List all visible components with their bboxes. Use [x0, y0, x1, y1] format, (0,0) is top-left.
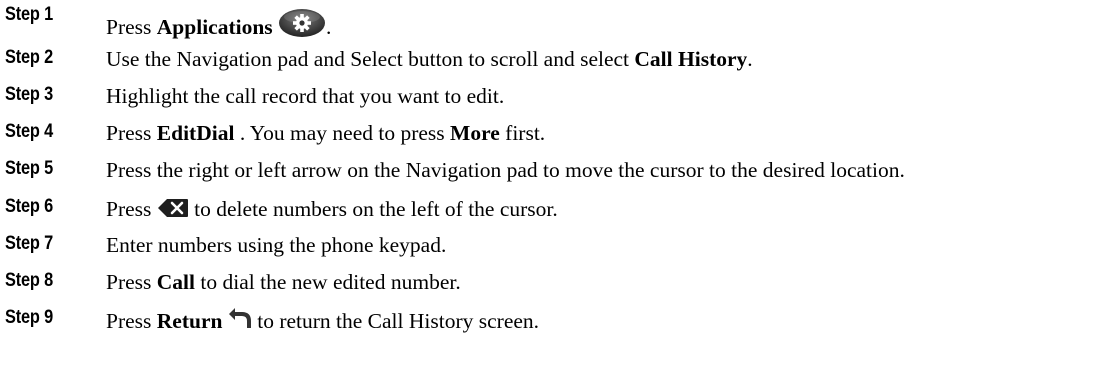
instruction-text: first.: [499, 121, 546, 145]
step-instruction: Press to delete numbers on the left of t…: [106, 197, 558, 225]
instruction-text: Press: [106, 121, 157, 145]
step-label: Step 7: [5, 233, 54, 254]
step-instruction: Press EditDial . You may need to press M…: [106, 121, 545, 146]
ui-term: Call: [156, 270, 196, 294]
step-instruction: Highlight the call record that you want …: [106, 84, 504, 109]
ui-term: More: [450, 121, 500, 145]
backspace-icon: [157, 197, 189, 225]
instruction-text: to dial the new edited number.: [195, 270, 461, 294]
instruction-text: Enter numbers using the phone keypad.: [106, 233, 447, 257]
step-label: Step 2: [5, 47, 54, 68]
step-label: Step 3: [5, 84, 54, 105]
instruction-text: Press: [106, 309, 157, 333]
step-label: Step 5: [5, 158, 54, 179]
step-label: Step 9: [5, 307, 54, 328]
instruction-text: Use the Navigation pad and Select button…: [106, 47, 635, 71]
instruction-text: Highlight the call record that you want …: [106, 84, 505, 108]
step-label: Step 8: [5, 270, 54, 291]
instruction-text: Press: [106, 270, 157, 294]
step-label: Step 4: [5, 121, 54, 142]
instruction-text: .: [747, 47, 753, 71]
step-9: Step 9 Press Return to return the Call Hi…: [0, 0, 1104, 333]
instruction-text: . You may need to press: [234, 121, 451, 145]
instruction-text: to return the Call History screen.: [251, 309, 540, 333]
instruction-text: Press the right or left arrow on the Nav…: [106, 158, 905, 182]
instruction-text: to delete numbers on the left of the cur…: [188, 197, 558, 221]
step-instruction: Press Return to return the Call History …: [106, 307, 540, 336]
instruction-text: Press: [106, 197, 157, 221]
step-instruction: Use the Navigation pad and Select button…: [106, 47, 753, 72]
ui-term: EditDial: [156, 121, 235, 145]
step-instruction: Press the right or left arrow on the Nav…: [106, 158, 905, 183]
return-icon: [228, 307, 252, 336]
step-instruction: Press Call to dial the new edited number…: [106, 270, 461, 295]
ui-term: Call History: [634, 47, 748, 71]
step-label: Step 6: [5, 196, 54, 217]
step-instruction: Enter numbers using the phone keypad.: [106, 233, 446, 258]
ui-term: Return: [156, 309, 223, 333]
